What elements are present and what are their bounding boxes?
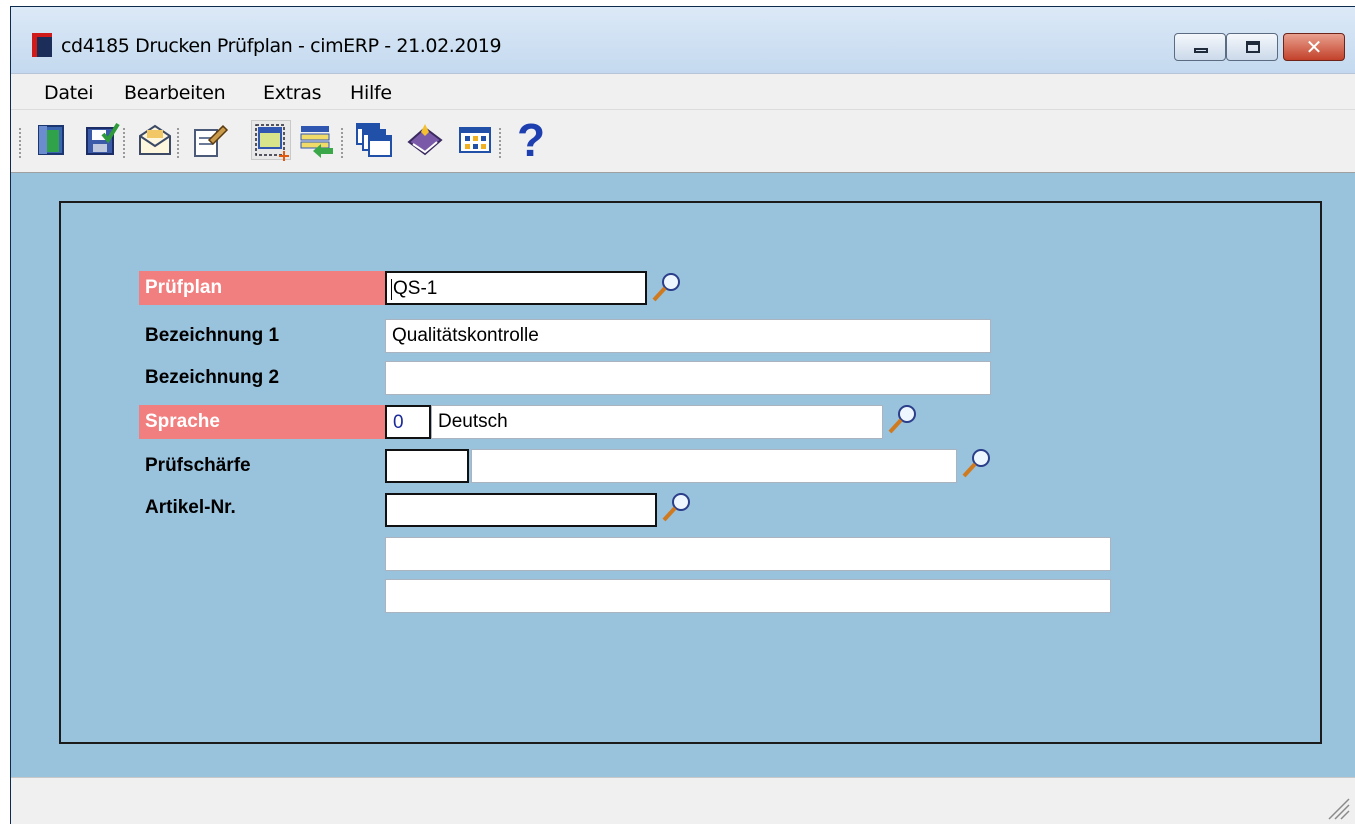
toolbar-separator (123, 128, 127, 158)
pruefplan-input[interactable]: QS-1 (385, 271, 647, 305)
toolbar-separator (499, 128, 503, 158)
help-icon: ? (517, 120, 545, 160)
text-caret (391, 279, 392, 300)
toolbar: ? (11, 109, 1355, 173)
label-bezeichnung-2: Bezeichnung 2 (145, 367, 280, 388)
main-window: cd4185 Drucken Prüfplan - cimERP - 21.02… (10, 6, 1355, 824)
menu-bar: Datei Bearbeiten Extras Hilfe (11, 73, 1355, 109)
edit-button[interactable] (189, 120, 229, 160)
sprache-name-field: Deutsch (431, 405, 883, 439)
new-selection-button[interactable] (251, 120, 291, 161)
pruefplan-lookup-icon[interactable] (649, 271, 683, 305)
book-button[interactable] (405, 120, 445, 160)
sprache-code-value: 0 (393, 412, 404, 433)
bezeichnung-1-value: Qualitätskontrolle (392, 325, 539, 346)
close-icon: ✕ (1305, 35, 1323, 59)
save-button[interactable] (81, 120, 121, 160)
label-pruefschaerfe: Prüfschärfe (145, 455, 251, 476)
transfer-list-icon (300, 126, 333, 158)
label-sprache: Sprache (139, 405, 385, 439)
title-bar[interactable]: cd4185 Drucken Prüfplan - cimERP - 21.02… (11, 7, 1355, 73)
menu-hilfe[interactable]: Hilfe (350, 82, 392, 104)
pruefschaerfe-lookup-icon[interactable] (959, 447, 993, 481)
artikel-description-1 (385, 537, 1111, 571)
exit-door-icon (38, 125, 64, 155)
app-logo-icon (32, 33, 52, 57)
close-button[interactable]: ✕ (1283, 33, 1345, 61)
mail-button[interactable] (135, 120, 175, 160)
label-bezeichnung-1: Bezeichnung 1 (145, 325, 280, 346)
label-artikel-nr: Artikel-Nr. (145, 497, 236, 518)
book-icon (407, 124, 443, 156)
exit-button[interactable] (31, 120, 71, 160)
sprache-name-value: Deutsch (438, 411, 508, 432)
windows-button[interactable] (353, 120, 393, 160)
bezeichnung-1-input[interactable]: Qualitätskontrolle (385, 319, 991, 353)
pruefschaerfe-name-field (471, 449, 957, 483)
sprache-lookup-icon[interactable] (885, 403, 919, 437)
bezeichnung-2-input[interactable] (385, 361, 991, 395)
minimize-button[interactable] (1174, 33, 1226, 61)
help-button[interactable]: ? (511, 120, 551, 160)
status-bar (11, 777, 1355, 824)
svg-text:?: ? (517, 120, 545, 160)
client-area: Prüfplan QS-1 Bezeichnung 1 Qualitätskon… (11, 173, 1355, 777)
artikel-nr-input[interactable] (385, 493, 657, 527)
grid-button[interactable] (455, 120, 495, 160)
toolbar-separator (341, 128, 345, 158)
maximize-icon (1246, 41, 1260, 53)
window-title: cd4185 Drucken Prüfplan - cimERP - 21.02… (61, 35, 502, 57)
pruefschaerfe-code-input[interactable] (385, 449, 469, 483)
mail-envelope-icon (139, 124, 171, 155)
sprache-code-input[interactable]: 0 (385, 405, 431, 439)
toolbar-separator (19, 128, 23, 158)
transfer-button[interactable] (297, 120, 337, 160)
save-check-icon (86, 122, 120, 155)
artikel-description-2 (385, 579, 1111, 613)
menu-bearbeiten[interactable]: Bearbeiten (124, 82, 226, 104)
label-pruefplan: Prüfplan (139, 271, 385, 305)
new-selection-icon (255, 124, 289, 161)
pruefplan-value: QS-1 (393, 278, 438, 299)
minimize-icon (1194, 48, 1208, 53)
maximize-button[interactable] (1226, 33, 1278, 61)
menu-extras[interactable]: Extras (263, 82, 322, 104)
menu-datei[interactable]: Datei (44, 82, 94, 104)
toolbar-separator (177, 128, 181, 158)
resize-grip-icon[interactable] (1321, 791, 1351, 821)
artikel-lookup-icon[interactable] (659, 491, 693, 525)
grid-table-icon (459, 127, 491, 153)
edit-document-icon (194, 124, 229, 157)
windows-icon (356, 123, 392, 157)
